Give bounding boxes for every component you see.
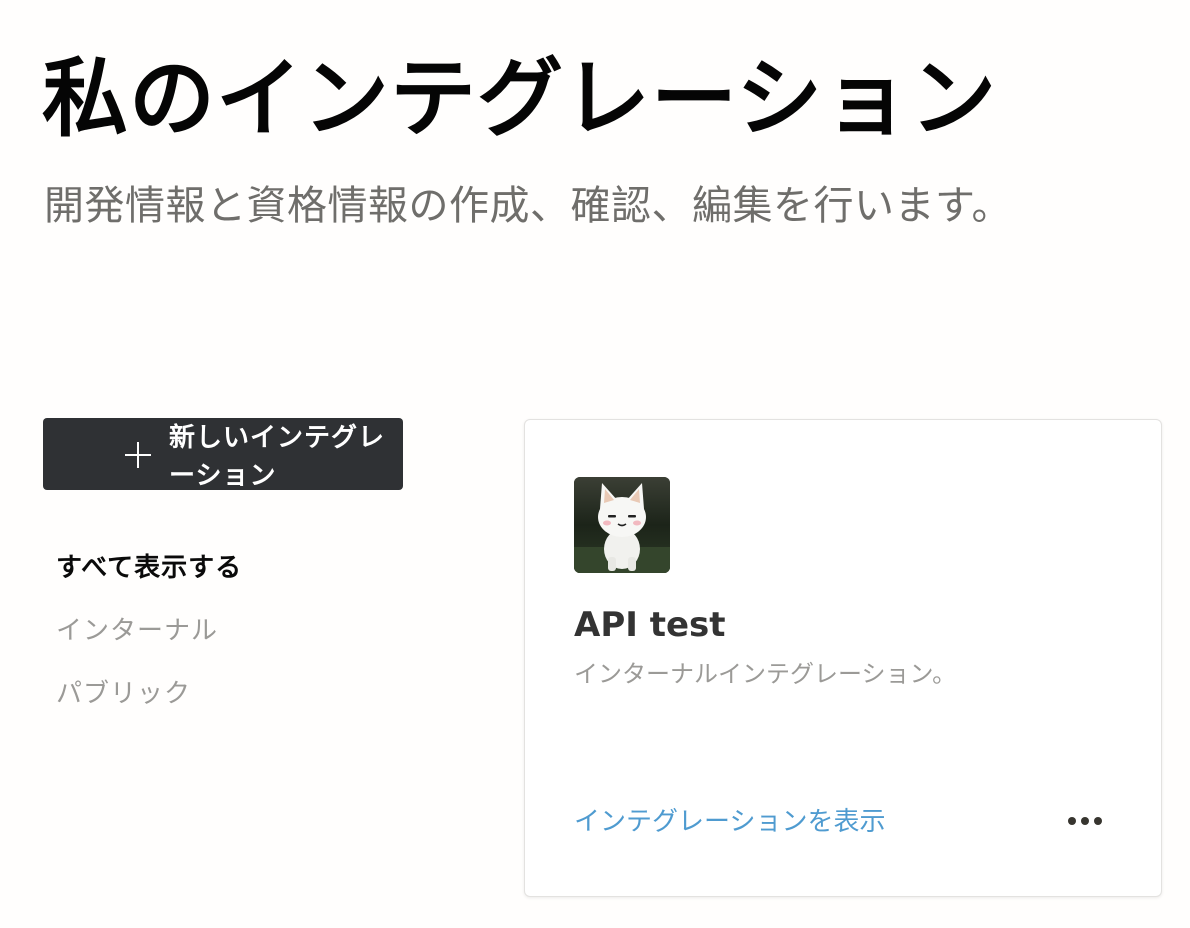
more-dot [1081, 817, 1089, 825]
page-title: 私のインテグレーション [42, 49, 998, 149]
page-subtitle: 開発情報と資格情報の作成、確認、編集を行います。 [44, 183, 1012, 229]
new-integration-button[interactable]: 新しいインテグレーション [43, 418, 403, 490]
filter-all[interactable]: すべて表示する [56, 546, 242, 609]
more-dot [1068, 817, 1076, 825]
new-integration-label: 新しいインテグレーション [169, 422, 386, 490]
filter-public[interactable]: パブリック [56, 672, 242, 735]
more-dot [1094, 817, 1102, 825]
plus-icon [125, 442, 151, 468]
view-integration-link[interactable]: インテグレーションを表示 [574, 802, 885, 842]
integration-card: API test インターナルインテグレーション。 インテグレーションを表示 [524, 419, 1162, 897]
cat-mascot-image [574, 477, 670, 573]
integration-name: API test [574, 605, 726, 645]
more-horizontal-icon[interactable] [1061, 806, 1109, 836]
filter-internal[interactable]: インターナル [56, 609, 242, 672]
integration-type: インターナルインテグレーション。 [574, 660, 957, 688]
integration-avatar [574, 477, 670, 573]
integrations-page: 私のインテグレーション 開発情報と資格情報の作成、確認、編集を行います。 新しい… [0, 0, 1190, 928]
integration-filter-nav: すべて表示する インターナル パブリック [56, 546, 242, 735]
